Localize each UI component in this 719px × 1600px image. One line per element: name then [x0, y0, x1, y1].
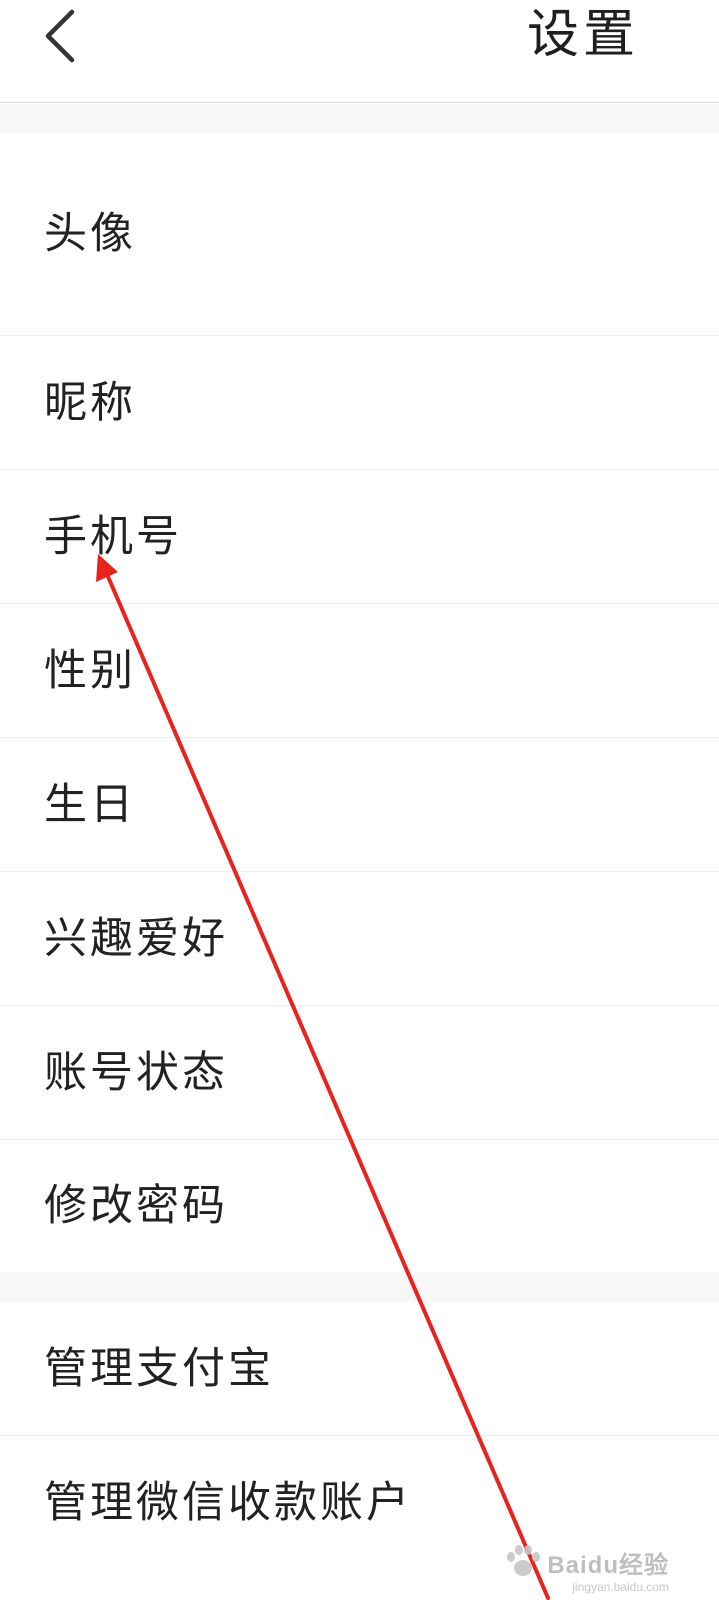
settings-item-hobbies[interactable]: 兴趣爱好: [0, 872, 719, 1006]
settings-item-label: 兴趣爱好: [44, 913, 228, 964]
settings-item-change-password[interactable]: 修改密码: [0, 1140, 719, 1272]
settings-item-label: 生日: [44, 779, 136, 830]
settings-item-account-status[interactable]: 账号状态: [0, 1006, 719, 1140]
settings-item-avatar[interactable]: 头像: [0, 133, 719, 336]
settings-item-label: 昵称: [44, 377, 136, 428]
paw-icon: [507, 1545, 541, 1576]
page-title: 设置: [526, 5, 639, 65]
settings-item-label: 性别: [44, 645, 136, 696]
settings-item-gender[interactable]: 性别: [0, 604, 719, 738]
settings-item-label: 账号状态: [44, 1047, 228, 1098]
chevron-left-icon: [45, 9, 75, 63]
settings-item-label: 管理支付宝: [44, 1343, 274, 1394]
settings-item-label: 手机号: [44, 511, 182, 562]
section-divider: [0, 1272, 719, 1302]
settings-item-label: 管理微信收款账户: [44, 1478, 412, 1528]
watermark: Baidu经验 jingyan.baidu.com: [503, 1544, 669, 1594]
back-button[interactable]: [30, 4, 90, 68]
settings-item-nickname[interactable]: 昵称: [0, 336, 719, 470]
settings-item-phone[interactable]: 手机号: [0, 470, 719, 604]
watermark-url: jingyan.baidu.com: [572, 1580, 669, 1594]
settings-item-birthday[interactable]: 生日: [0, 738, 719, 872]
settings-item-label: 头像: [44, 209, 136, 259]
settings-item-label: 修改密码: [44, 1181, 228, 1231]
settings-item-alipay[interactable]: 管理支付宝: [0, 1302, 719, 1436]
section-divider: [0, 104, 719, 133]
top-bar: 设置: [0, 0, 719, 103]
watermark-logo-text: Baidu经验: [547, 1551, 669, 1579]
